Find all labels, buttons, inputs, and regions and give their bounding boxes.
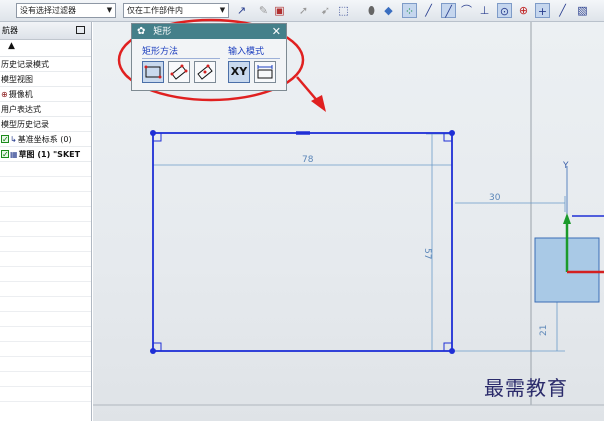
dimension-height[interactable]: 57 bbox=[422, 248, 432, 259]
watermark: 最需教育 bbox=[484, 376, 568, 400]
rectangle-dialog: ✿ 矩形 ✕ 矩形方法 输入模式 XY bbox=[131, 23, 287, 91]
center-rect-icon bbox=[197, 64, 213, 80]
dimension-width[interactable]: 78 bbox=[302, 155, 314, 165]
input-mode-group: 输入模式 XY bbox=[228, 44, 280, 90]
input-mode-label: 输入模式 bbox=[228, 47, 265, 57]
parameter-mode-button[interactable] bbox=[254, 61, 276, 83]
perpendicular-markers bbox=[153, 133, 452, 351]
close-icon[interactable]: ✕ bbox=[272, 24, 281, 39]
sketch-rectangle[interactable] bbox=[152, 132, 453, 352]
axis-label-y: Y bbox=[562, 161, 569, 171]
dialog-title: 矩形 bbox=[153, 27, 172, 37]
by-two-points-button[interactable] bbox=[142, 61, 164, 83]
gear-icon[interactable]: ✿ bbox=[137, 26, 145, 37]
from-center-button[interactable] bbox=[194, 61, 216, 83]
dimension-offset-x[interactable]: 30 bbox=[489, 193, 501, 203]
method-label: 矩形方法 bbox=[142, 47, 179, 57]
parameter-mode-icon bbox=[257, 65, 273, 79]
sketch-canvas: 78 57 30 21 Y bbox=[93, 18, 604, 406]
dimension-lines bbox=[152, 133, 566, 352]
by-three-points-button[interactable] bbox=[168, 61, 190, 83]
axis-arrowhead-y bbox=[563, 213, 571, 224]
rectangle-method-group: 矩形方法 bbox=[142, 44, 220, 90]
dimension-offset-y[interactable]: 21 bbox=[539, 325, 549, 336]
dialog-title-bar[interactable]: ✿ 矩形 ✕ bbox=[132, 24, 286, 39]
xy-mode-button[interactable]: XY bbox=[228, 61, 250, 83]
two-point-rect-icon bbox=[144, 65, 162, 79]
xy-label: XY bbox=[230, 65, 248, 78]
three-point-rect-icon bbox=[170, 64, 188, 80]
